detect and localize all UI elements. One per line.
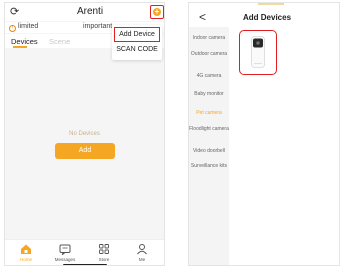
refresh-icon[interactable]: ⟳: [10, 6, 19, 18]
category-sidebar: Indoor camera Outdoor camera 4G camera B…: [189, 27, 229, 265]
plus-icon: +: [153, 7, 161, 16]
store-icon: [99, 244, 109, 254]
top-accent-line: [258, 3, 284, 5]
category-floodlight-camera[interactable]: Floodlight camera: [189, 126, 229, 132]
tab-me[interactable]: Me: [127, 243, 157, 262]
category-video-doorbell[interactable]: Video doorbell: [189, 148, 229, 154]
active-tab-indicator: [13, 46, 27, 48]
tab-scene[interactable]: Scene: [49, 37, 70, 46]
add-devices-screen: < Add Devices Indoor camera Outdoor came…: [188, 2, 340, 266]
me-icon: [137, 244, 147, 255]
page-title: Add Devices: [243, 13, 292, 22]
limited-label: limited: [18, 23, 39, 30]
pet-camera-icon: [251, 36, 265, 68]
add-menu-button[interactable]: +: [150, 5, 164, 19]
home-icon: [21, 244, 31, 254]
category-indoor-camera[interactable]: Indoor camera: [189, 35, 229, 41]
bottom-tab-bar: Home Messages Store Me: [5, 239, 164, 265]
empty-state-message: No Devices: [69, 131, 100, 137]
tab-label-messages: Messages: [54, 257, 76, 262]
category-surveillance-kits[interactable]: Surveillance kits: [189, 163, 229, 169]
category-4g-camera[interactable]: 4G camera: [189, 73, 229, 79]
product-card-pet-camera[interactable]: [239, 30, 277, 75]
tab-store[interactable]: Store: [89, 243, 119, 262]
tab-label-store: Store: [98, 257, 110, 262]
tab-messages[interactable]: Messages: [50, 243, 80, 262]
messages-icon: [59, 244, 71, 255]
important-tab[interactable]: important: [83, 23, 112, 30]
home-screen: ⟳ Arenti + ! limited important Devices Sc…: [4, 2, 165, 266]
category-pet-camera[interactable]: Pet camera: [189, 110, 229, 116]
menu-item-scan-code[interactable]: SCAN CODE: [114, 46, 160, 53]
category-outdoor-camera[interactable]: Outdoor camera: [189, 51, 229, 57]
app-title: Arenti: [76, 6, 104, 17]
home-header: ⟳ Arenti +: [5, 3, 164, 21]
menu-item-add-device[interactable]: Add Device: [114, 27, 160, 42]
back-chevron-icon[interactable]: <: [199, 11, 206, 23]
tab-label-me: Me: [138, 257, 146, 262]
tab-label-home: Home: [19, 257, 32, 262]
tab-home[interactable]: Home: [11, 243, 41, 262]
info-icon: !: [9, 25, 16, 32]
add-device-button[interactable]: Add: [55, 143, 115, 159]
category-baby-monitor[interactable]: Baby monitor: [189, 91, 229, 97]
limited-tab[interactable]: ! limited: [9, 23, 38, 32]
tab-devices[interactable]: Devices: [11, 37, 38, 46]
home-indicator: [63, 264, 107, 265]
add-dropdown-menu: Add Device SCAN CODE: [112, 25, 162, 60]
